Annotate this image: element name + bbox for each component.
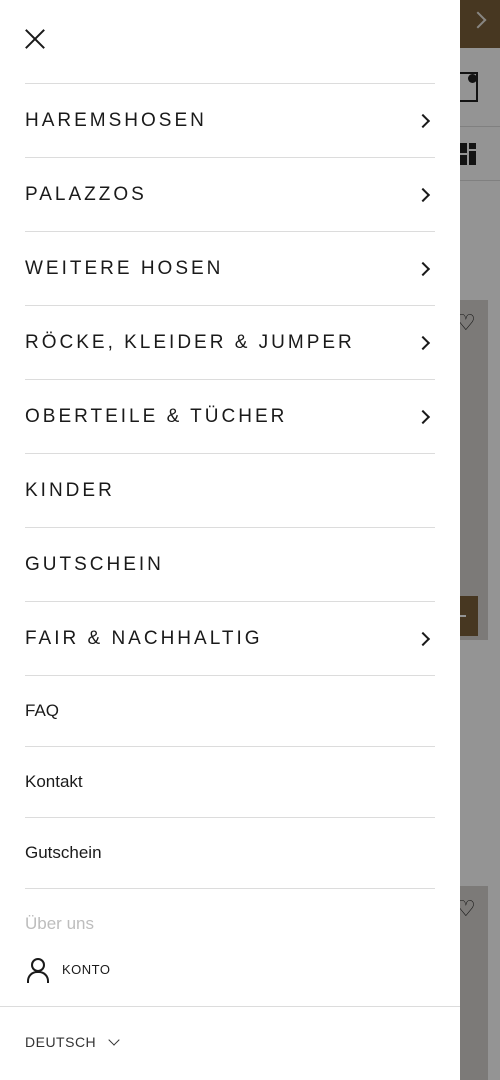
language-label: DEUTSCH bbox=[25, 1034, 97, 1050]
menu-item-label: KINDER bbox=[25, 479, 115, 501]
menu-item-haremshosen[interactable]: HAREMSHOSEN bbox=[25, 83, 435, 157]
chevron-right-icon bbox=[415, 261, 431, 276]
menu-item-weitere-hosen[interactable]: WEITERE HOSEN bbox=[25, 231, 435, 305]
menu-item-label: HAREMSHOSEN bbox=[25, 109, 207, 131]
main-menu: HAREMSHOSEN PALAZZOS WEITERE HOSEN RÖCKE… bbox=[25, 83, 435, 959]
navigation-drawer: HAREMSHOSEN PALAZZOS WEITERE HOSEN RÖCKE… bbox=[0, 0, 460, 1080]
menu-link-gutschein[interactable]: Gutschein bbox=[25, 817, 435, 888]
account-link[interactable]: KONTO bbox=[25, 955, 111, 983]
account-label: KONTO bbox=[62, 961, 111, 977]
menu-item-label: OBERTEILE & TÜCHER bbox=[25, 405, 288, 427]
language-selector[interactable]: DEUTSCH bbox=[25, 1034, 120, 1050]
chevron-right-icon bbox=[415, 409, 431, 424]
menu-item-oberteile-tuecher[interactable]: OBERTEILE & TÜCHER bbox=[25, 379, 435, 453]
divider bbox=[0, 1006, 460, 1007]
menu-link-label: Kontakt bbox=[25, 772, 83, 791]
user-icon bbox=[25, 957, 49, 983]
close-icon[interactable] bbox=[24, 28, 46, 50]
chevron-right-icon bbox=[415, 187, 431, 202]
menu-item-kinder[interactable]: KINDER bbox=[25, 453, 435, 527]
chevron-right-icon bbox=[415, 335, 431, 350]
menu-item-label: WEITERE HOSEN bbox=[25, 257, 224, 279]
menu-link-faq[interactable]: FAQ bbox=[25, 675, 435, 746]
menu-link-label: FAQ bbox=[25, 701, 60, 720]
menu-item-label: RÖCKE, KLEIDER & JUMPER bbox=[25, 331, 355, 353]
chevron-right-icon bbox=[415, 631, 431, 646]
menu-item-label: PALAZZOS bbox=[25, 183, 147, 205]
menu-link-kontakt[interactable]: Kontakt bbox=[25, 746, 435, 817]
menu-item-palazzos[interactable]: PALAZZOS bbox=[25, 157, 435, 231]
menu-link-ueber-uns[interactable]: Über uns bbox=[25, 888, 435, 959]
menu-item-roecke-kleider-jumper[interactable]: RÖCKE, KLEIDER & JUMPER bbox=[25, 305, 435, 379]
menu-link-label: Über uns bbox=[25, 914, 94, 933]
menu-item-label: GUTSCHEIN bbox=[25, 553, 164, 575]
menu-link-label: Gutschein bbox=[25, 843, 102, 862]
menu-item-fair-nachhaltig[interactable]: FAIR & NACHHALTIG bbox=[25, 601, 435, 675]
menu-item-gutschein[interactable]: GUTSCHEIN bbox=[25, 527, 435, 601]
chevron-down-icon bbox=[108, 1034, 120, 1046]
menu-item-label: FAIR & NACHHALTIG bbox=[25, 627, 263, 649]
chevron-right-icon bbox=[415, 113, 431, 128]
